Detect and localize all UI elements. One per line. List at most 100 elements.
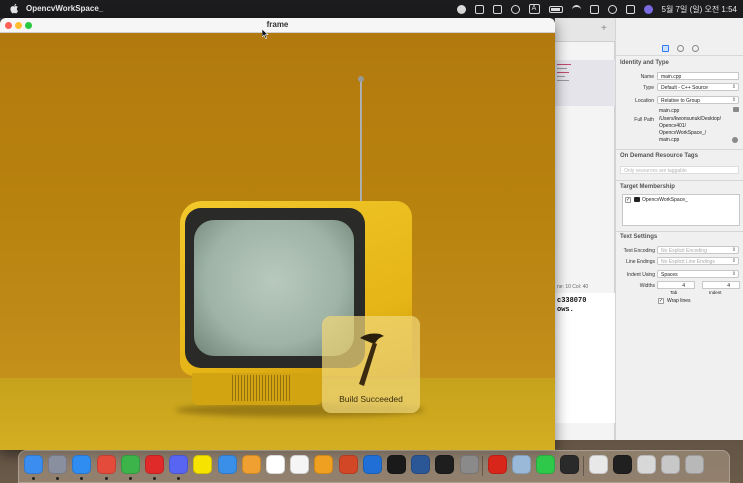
frame-window: frame xyxy=(0,18,555,450)
search-icon[interactable] xyxy=(607,4,617,14)
window-title: frame xyxy=(266,20,289,29)
widths-label: Widths xyxy=(639,283,655,289)
name-field[interactable]: main.cpp xyxy=(657,72,739,80)
fullpath-line: Opencv401/ xyxy=(659,123,686,129)
intellij-icon[interactable] xyxy=(387,455,406,474)
battery-icon[interactable] xyxy=(548,5,563,13)
xcode-window: + ne: 10 Col: 40 c338070 ows. Identity a… xyxy=(555,18,743,440)
tv-antenna xyxy=(360,78,362,214)
indent-using-label: Indent Using xyxy=(626,272,655,278)
target-checkbox[interactable]: ✓ xyxy=(625,197,631,203)
downloads-icon[interactable] xyxy=(661,455,681,474)
running-indicator xyxy=(104,477,108,480)
powerpoint-icon[interactable] xyxy=(338,455,358,474)
type-label: Type xyxy=(643,85,654,91)
apple-menu-icon[interactable] xyxy=(10,3,19,14)
target-section-title: Target Membership xyxy=(620,184,675,190)
divider xyxy=(616,180,743,181)
document-icon[interactable] xyxy=(588,455,608,474)
tab-width-field[interactable]: 4 xyxy=(657,281,695,289)
notes-icon[interactable] xyxy=(290,455,310,474)
wifi-icon[interactable] xyxy=(571,4,581,14)
folder-icon[interactable] xyxy=(733,107,739,112)
safari-icon[interactable] xyxy=(72,455,92,474)
reveal-in-finder-icon[interactable] xyxy=(732,137,738,143)
location-popup[interactable]: Relative to Group xyxy=(657,96,739,104)
running-indicator xyxy=(128,477,132,480)
chrome-icon[interactable] xyxy=(96,455,116,474)
type-popup[interactable]: Default - C++ Source xyxy=(657,83,739,91)
app-name-menu[interactable]: OpencvWorkSpace_ xyxy=(26,4,103,13)
window-thumbnail-icon[interactable] xyxy=(637,455,656,474)
discord-icon[interactable] xyxy=(169,455,189,474)
youtube-music-icon[interactable] xyxy=(145,455,164,474)
input-source-icon[interactable]: A xyxy=(528,4,540,14)
minimap[interactable] xyxy=(555,60,615,106)
play-circle-icon[interactable] xyxy=(510,4,520,14)
line-endings-popup[interactable]: No Explicit Line Endings xyxy=(657,257,739,265)
word-icon[interactable] xyxy=(411,455,431,474)
pages-icon[interactable] xyxy=(314,455,334,474)
divider xyxy=(616,149,743,150)
tab-caption: Tab xyxy=(670,290,678,295)
history-inspector-tab-icon[interactable] xyxy=(676,45,684,52)
photos-icon[interactable] xyxy=(241,455,261,474)
launchpad-icon[interactable] xyxy=(48,455,68,474)
terminal-icon[interactable] xyxy=(435,455,455,474)
terminal-window-icon[interactable] xyxy=(560,455,580,474)
text-settings-section-title: Text Settings xyxy=(620,234,658,240)
dock-separator xyxy=(481,456,483,476)
calendar-icon[interactable] xyxy=(266,455,285,474)
mail-icon[interactable] xyxy=(217,455,237,474)
record-icon[interactable] xyxy=(456,4,466,14)
facetime-icon[interactable] xyxy=(536,455,556,474)
running-indicator xyxy=(32,477,35,480)
name-label: Name xyxy=(640,74,654,80)
finder-icon[interactable] xyxy=(24,455,43,474)
control-center-icon[interactable] xyxy=(589,4,599,14)
file-inspector: Identity and Type Name main.cpp Type Def… xyxy=(615,18,743,440)
running-indicator xyxy=(153,477,156,480)
siri-icon[interactable] xyxy=(643,4,653,14)
debug-console[interactable]: c338070 ows. xyxy=(555,293,615,423)
tv-speaker-grille xyxy=(232,375,292,401)
target-app-icon xyxy=(634,197,640,202)
fullpath-line: /Users/kwonsunuk/Desktop/ xyxy=(659,116,721,122)
wrap-lines-label: Wrap lines xyxy=(667,298,691,304)
wrap-lines-checkbox[interactable]: ✓ xyxy=(658,298,664,304)
shield-icon[interactable] xyxy=(474,4,484,14)
location-label: Location xyxy=(635,98,654,104)
display-icon[interactable] xyxy=(492,4,502,14)
menu-bar-clock[interactable]: 5월 7일 (일) 오전 1:54 xyxy=(662,4,738,15)
system-settings-icon[interactable] xyxy=(459,455,479,474)
file-inspector-tab-icon[interactable] xyxy=(661,45,669,52)
line-endings-label: Line Endings xyxy=(626,259,655,265)
frame-titlebar[interactable]: frame xyxy=(0,18,555,33)
build-status-label: Build Succeeded xyxy=(339,394,403,404)
toggle-icon[interactable] xyxy=(625,4,635,14)
trash-icon[interactable] xyxy=(685,455,705,474)
hammer-icon xyxy=(359,333,384,386)
fullpath-label: Full Path xyxy=(634,117,654,123)
bt-app-icon[interactable] xyxy=(120,455,140,474)
terminal-window-2-icon[interactable] xyxy=(612,455,632,474)
indent-using-popup[interactable]: Spaces xyxy=(657,270,739,278)
add-icon[interactable]: + xyxy=(601,23,607,34)
text-encoding-popup[interactable]: No Explicit Encoding xyxy=(657,246,739,254)
help-inspector-tab-icon[interactable] xyxy=(691,45,699,52)
xcode-icon[interactable] xyxy=(362,455,382,474)
acrobat-icon[interactable] xyxy=(487,455,507,474)
odr-tags-field[interactable]: Only resources are taggable xyxy=(620,166,739,174)
console-line: ows. xyxy=(557,306,574,314)
indent-caption: Indent xyxy=(709,290,722,295)
dock-separator xyxy=(582,456,584,476)
preview-icon[interactable] xyxy=(512,455,531,474)
text-encoding-label: Text Encoding xyxy=(623,248,655,254)
console-line: c338070 xyxy=(557,297,587,305)
indent-width-field[interactable]: 4 xyxy=(702,281,740,289)
target-name: OpencvWorkSpace_ xyxy=(642,197,688,203)
identity-section-title: Identity and Type xyxy=(620,60,669,66)
tv-antenna-tip xyxy=(358,76,364,82)
kakaotalk-icon[interactable] xyxy=(193,455,213,474)
editor-status: ne: 10 Col: 40 xyxy=(557,284,589,290)
